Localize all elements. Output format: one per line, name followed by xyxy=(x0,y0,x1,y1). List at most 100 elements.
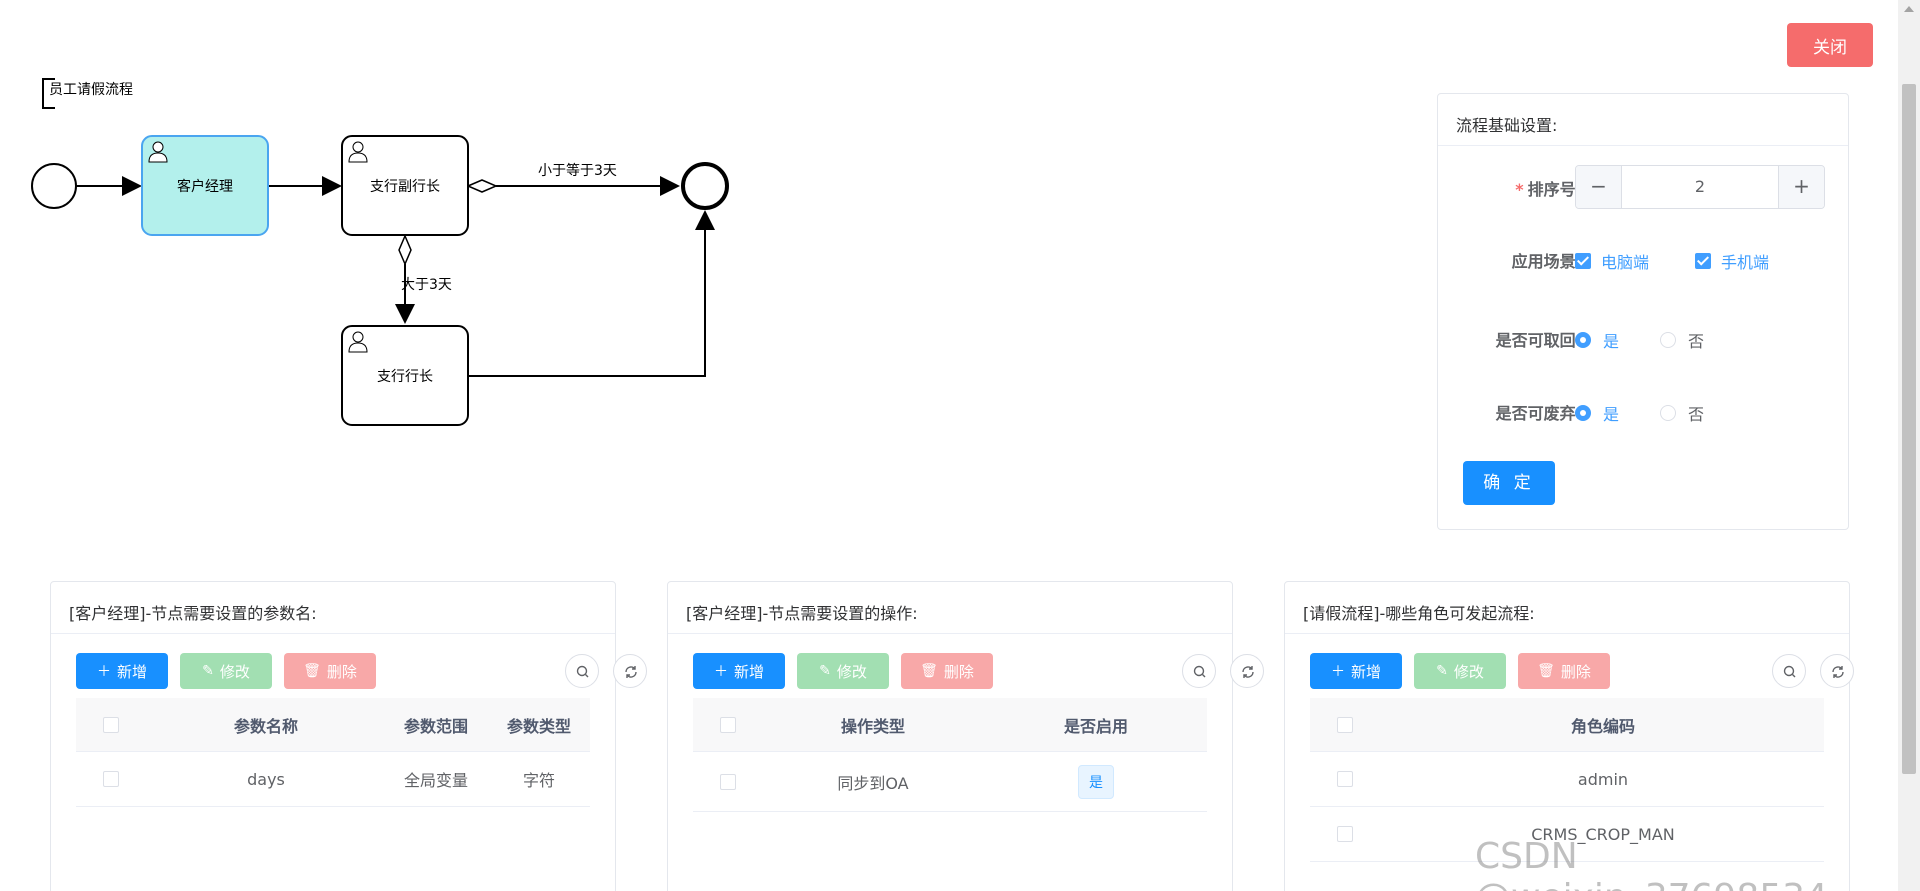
edge-label-le3: 小于等于3天 xyxy=(538,162,617,179)
select-all-checkbox[interactable] xyxy=(103,716,119,733)
column-header[interactable]: 角色编码 xyxy=(1380,698,1826,751)
increment-button[interactable]: + xyxy=(1778,166,1824,208)
table-cell: 是 xyxy=(983,752,1209,811)
column-header[interactable]: 是否启用 xyxy=(983,698,1209,751)
scene-label: 应用场景: xyxy=(1511,252,1582,271)
delete-button[interactable]: 🗑 删除 xyxy=(284,653,376,689)
delete-label: 删除 xyxy=(943,662,974,681)
row-select-cell xyxy=(76,752,146,806)
abandon-no-radio[interactable]: 否 xyxy=(1660,401,1704,425)
refresh-button[interactable] xyxy=(613,654,647,688)
sort-label-text: 排序号: xyxy=(1527,180,1582,199)
recall-yes-radio[interactable]: 是 xyxy=(1575,328,1619,352)
row-checkbox[interactable] xyxy=(720,773,736,790)
sort-value[interactable]: 2 xyxy=(1622,166,1778,208)
column-header[interactable]: 参数名称 xyxy=(146,698,386,751)
scrollbar-thumb[interactable] xyxy=(1902,84,1916,774)
refresh-icon xyxy=(1832,666,1844,678)
select-all-checkbox[interactable] xyxy=(1337,716,1353,733)
recall-no-radio[interactable]: 否 xyxy=(1660,328,1704,352)
row-checkbox[interactable] xyxy=(1337,771,1353,787)
abandon-yes-radio[interactable]: 是 xyxy=(1575,401,1619,425)
radio-selected-icon xyxy=(1575,332,1591,348)
add-label: 新增 xyxy=(116,662,147,681)
sort-stepper[interactable]: − 2 + xyxy=(1575,165,1825,209)
watermark: CSDN @weixin_37698534 xyxy=(1475,836,1828,891)
end-event[interactable] xyxy=(681,162,729,210)
column-header[interactable]: 参数范围 xyxy=(386,698,486,751)
role-card-title: [请假流程]-哪些角色可发起流程: xyxy=(1285,582,1849,634)
edit-button[interactable]: ✎ 修改 xyxy=(180,653,272,689)
column-header[interactable]: 操作类型 xyxy=(763,698,983,751)
scroll-up-icon[interactable] xyxy=(1904,6,1914,12)
table-header: 操作类型 是否启用 xyxy=(693,698,1207,752)
pencil-icon: ✎ xyxy=(1436,663,1448,679)
plus-icon: ＋ xyxy=(713,664,728,680)
pencil-icon: ✎ xyxy=(819,663,831,679)
task-vice-president[interactable]: 支行副行长 xyxy=(341,135,469,236)
task-president[interactable]: 支行行长 xyxy=(341,325,469,426)
param-toolbar: ＋ 新增 ✎ 修改 🗑 删除 xyxy=(76,653,647,689)
sort-label: * 排序号: xyxy=(1438,176,1582,200)
add-label: 新增 xyxy=(733,662,764,681)
search-button[interactable] xyxy=(1772,654,1806,688)
param-card: [客户经理]-节点需要设置的参数名: ＋ 新增 ✎ 修改 🗑 删除 参数名称 参数范围… xyxy=(50,581,647,891)
delete-label: 删除 xyxy=(1560,662,1591,681)
close-button[interactable]: 关闭 xyxy=(1787,23,1873,67)
scene-pc-checkbox[interactable]: 电脑端 xyxy=(1575,249,1649,273)
task-manager-label: 客户经理 xyxy=(177,178,233,195)
table-cell: 全局变量 xyxy=(403,771,468,790)
vertical-scrollbar[interactable] xyxy=(1898,0,1920,891)
delete-button[interactable]: 🗑 删除 xyxy=(1518,653,1610,689)
required-asterisk: * xyxy=(1515,180,1524,199)
table-row[interactable]: admin xyxy=(1310,752,1824,807)
process-diagram: 员工请假流程 小于等于3天 大于3天 客户经理 支行副行长 支行行长 xyxy=(0,0,1400,500)
decrement-button[interactable]: − xyxy=(1576,166,1622,208)
column-header[interactable]: 参数类型 xyxy=(486,698,592,751)
refresh-button[interactable] xyxy=(1820,654,1854,688)
flow-president-end[interactable] xyxy=(468,210,715,377)
settings-title: 流程基础设置: xyxy=(1438,94,1848,146)
table-row[interactable]: days 全局变量 字符 xyxy=(76,752,590,807)
trash-icon: 🗑 xyxy=(1537,663,1555,679)
flow-vice-president[interactable] xyxy=(398,234,412,266)
operation-table: 操作类型 是否启用 同步到OA 是 xyxy=(693,698,1207,812)
checkbox-checked-icon xyxy=(1575,253,1591,269)
add-button[interactable]: ＋ 新增 xyxy=(76,653,168,689)
trash-icon: 🗑 xyxy=(303,663,321,679)
edit-button[interactable]: ✎ 修改 xyxy=(797,653,889,689)
abandon-row: 是否可废弃: 是 否 xyxy=(1438,389,1848,433)
row-checkbox[interactable] xyxy=(1337,826,1353,842)
flow-vice-end[interactable] xyxy=(466,179,498,193)
add-button[interactable]: ＋ 新增 xyxy=(1310,653,1402,689)
select-all-checkbox[interactable] xyxy=(720,716,736,733)
enabled-tag: 是 xyxy=(1078,764,1114,799)
add-button[interactable]: ＋ 新增 xyxy=(693,653,785,689)
pool-label: 员工请假流程 xyxy=(49,82,133,98)
confirm-button[interactable]: 确 定 xyxy=(1463,461,1555,505)
table-row[interactable]: 同步到OA 是 xyxy=(693,752,1207,812)
edit-button[interactable]: ✎ 修改 xyxy=(1414,653,1506,689)
row-checkbox[interactable] xyxy=(103,771,119,787)
scene-mobile-checkbox[interactable]: 手机端 xyxy=(1695,249,1769,273)
recall-label: 是否可取回: xyxy=(1495,331,1582,350)
search-button[interactable] xyxy=(565,654,599,688)
search-icon xyxy=(1783,665,1796,678)
recall-row: 是否可取回: 是 否 xyxy=(1438,316,1848,360)
start-event[interactable] xyxy=(31,163,77,209)
abandon-yes-label: 是 xyxy=(1603,405,1620,424)
abandon-label: 是否可废弃: xyxy=(1495,404,1582,423)
param-table: 参数名称 参数范围 参数类型 days 全局变量 字符 xyxy=(76,698,590,807)
task-president-label: 支行行长 xyxy=(377,369,433,385)
trash-icon: 🗑 xyxy=(920,663,938,679)
add-label: 新增 xyxy=(1350,662,1381,681)
table-cell: admin xyxy=(1577,769,1629,789)
operation-card: [客户经理]-节点需要设置的操作: ＋ 新增 ✎ 修改 🗑 删除 操作类型 是否启用 … xyxy=(667,581,1264,891)
scene-row: 应用场景: 电脑端 手机端 xyxy=(1438,237,1848,281)
refresh-button[interactable] xyxy=(1230,654,1264,688)
radio-selected-icon xyxy=(1575,405,1591,421)
task-manager[interactable]: 客户经理 xyxy=(141,135,269,236)
row-select-cell xyxy=(1310,807,1380,861)
delete-button[interactable]: 🗑 删除 xyxy=(901,653,993,689)
search-button[interactable] xyxy=(1182,654,1216,688)
